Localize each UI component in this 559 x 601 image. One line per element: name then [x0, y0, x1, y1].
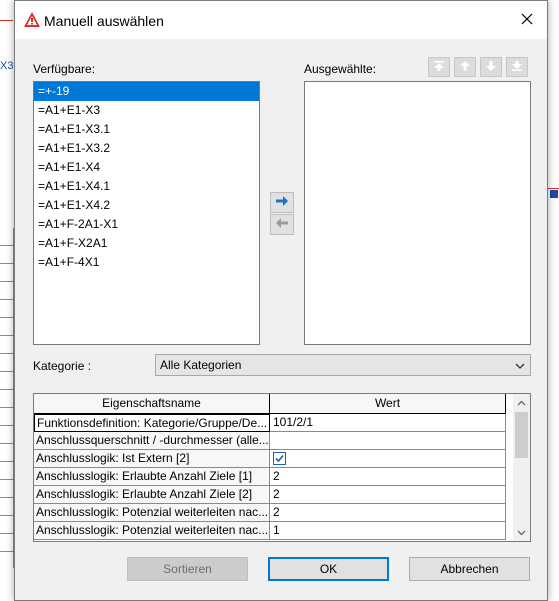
- category-dropdown[interactable]: Alle Kategorien: [155, 354, 531, 376]
- available-listbox[interactable]: =+-19 =A1+E1-X3 =A1+E1-X3.1 =A1+E1-X3.2 =A1+…: [33, 81, 260, 345]
- move-up-button[interactable]: [454, 57, 476, 77]
- property-name-cell[interactable]: Anschlusslogik: Potenzial weiterleiten n…: [34, 504, 270, 522]
- sort-button[interactable]: Sortieren: [127, 557, 248, 581]
- available-list-item[interactable]: =+-19: [34, 82, 259, 101]
- property-name-cell[interactable]: Anschlusslogik: Erlaubte Anzahl Ziele [1…: [34, 468, 270, 486]
- title-bar[interactable]: Manuell auswählen: [15, 1, 547, 39]
- property-name-cell[interactable]: Anschlusslogik: Ist Extern [2]: [34, 450, 270, 468]
- property-name-cell[interactable]: Anschlussquerschnitt / -durchmesser (all…: [34, 432, 270, 450]
- arrow-left-icon: [275, 217, 289, 232]
- manual-select-dialog: Manuell auswählen Verfügbare: =+-19 =A1+E…: [14, 0, 548, 601]
- chevron-down-icon: [514, 358, 526, 378]
- grid-scrollbar[interactable]: [513, 394, 530, 541]
- selected-label: Ausgewählte:: [304, 62, 377, 76]
- property-value-cell[interactable]: 1: [270, 522, 506, 540]
- header-value[interactable]: Wert: [270, 394, 506, 414]
- available-list-item[interactable]: =A1+F-4X1: [34, 253, 259, 272]
- cancel-button[interactable]: Abbrechen: [409, 557, 530, 581]
- background-right-fragment: [548, 180, 559, 220]
- available-list-item[interactable]: =A1+E1-X3.1: [34, 120, 259, 139]
- scroll-thumb[interactable]: [515, 412, 528, 458]
- ok-button[interactable]: OK: [268, 557, 389, 581]
- property-row[interactable]: Anschlusslogik: Potenzial weiterleiten n…: [34, 522, 506, 540]
- property-value-cell[interactable]: 2: [270, 486, 506, 504]
- property-value-cell[interactable]: 2: [270, 504, 506, 522]
- property-value-cell[interactable]: 101/2/1: [270, 414, 506, 432]
- available-list-item[interactable]: =A1+E1-X4.2: [34, 196, 259, 215]
- background-label-fragment: X3: [0, 60, 14, 72]
- background-red-line: [0, 20, 13, 21]
- available-list-item[interactable]: =A1+E1-X4: [34, 158, 259, 177]
- header-property-name[interactable]: Eigenschaftsname: [34, 394, 270, 414]
- move-up-icon: [459, 60, 471, 75]
- property-name-cell[interactable]: Funktionsdefinition: Kategorie/Gruppe/De…: [34, 414, 270, 432]
- available-list-item[interactable]: =A1+E1-X3.2: [34, 139, 259, 158]
- property-row[interactable]: Anschlusslogik: Erlaubte Anzahl Ziele [2…: [34, 486, 506, 504]
- property-value-cell[interactable]: [270, 432, 506, 450]
- grid-header: Eigenschaftsname Wert: [34, 394, 506, 414]
- arrow-right-icon: [275, 195, 289, 210]
- add-to-selected-button[interactable]: [270, 192, 294, 213]
- property-row[interactable]: Anschlusslogik: Ist Extern [2]: [34, 450, 506, 468]
- close-icon: [521, 13, 533, 28]
- property-grid: Eigenschaftsname Wert Funktionsdefinitio…: [33, 393, 531, 542]
- property-value-cell[interactable]: 2: [270, 468, 506, 486]
- warning-triangle-icon: [23, 11, 41, 29]
- available-list-item[interactable]: =A1+F-2A1-X1: [34, 215, 259, 234]
- available-label: Verfügbare:: [33, 62, 96, 76]
- property-row[interactable]: Funktionsdefinition: Kategorie/Gruppe/De…: [34, 414, 506, 432]
- category-value: Alle Kategorien: [160, 358, 242, 372]
- background-grid-fragment: [0, 228, 14, 568]
- remove-from-selected-button[interactable]: [270, 214, 294, 235]
- available-list-item[interactable]: =A1+E1-X3: [34, 101, 259, 120]
- move-down-button[interactable]: [480, 57, 502, 77]
- move-to-bottom-button[interactable]: [506, 57, 528, 77]
- property-name-cell[interactable]: Anschlusslogik: Erlaubte Anzahl Ziele [2…: [34, 486, 270, 504]
- property-row[interactable]: Anschlusslogik: Potenzial weiterleiten n…: [34, 504, 506, 522]
- property-row[interactable]: Anschlusslogik: Erlaubte Anzahl Ziele [1…: [34, 468, 506, 486]
- selected-listbox[interactable]: [304, 81, 531, 345]
- available-list-item[interactable]: =A1+F-X2A1: [34, 234, 259, 253]
- move-to-bottom-icon: [511, 60, 523, 75]
- move-to-top-icon: [433, 60, 445, 75]
- available-list-item[interactable]: =A1+E1-X4.1: [34, 177, 259, 196]
- property-row[interactable]: Anschlussquerschnitt / -durchmesser (all…: [34, 432, 506, 450]
- property-value-cell[interactable]: [270, 450, 506, 468]
- checkbox-checked-icon[interactable]: [273, 452, 286, 465]
- category-label: Kategorie :: [33, 359, 92, 373]
- property-name-cell[interactable]: Anschlusslogik: Potenzial weiterleiten n…: [34, 522, 270, 540]
- scroll-up-icon[interactable]: [513, 394, 530, 411]
- move-to-top-button[interactable]: [428, 57, 450, 77]
- close-button[interactable]: [507, 1, 547, 39]
- move-down-icon: [485, 60, 497, 75]
- dialog-title: Manuell auswählen: [44, 13, 164, 29]
- scroll-down-icon[interactable]: [513, 524, 530, 541]
